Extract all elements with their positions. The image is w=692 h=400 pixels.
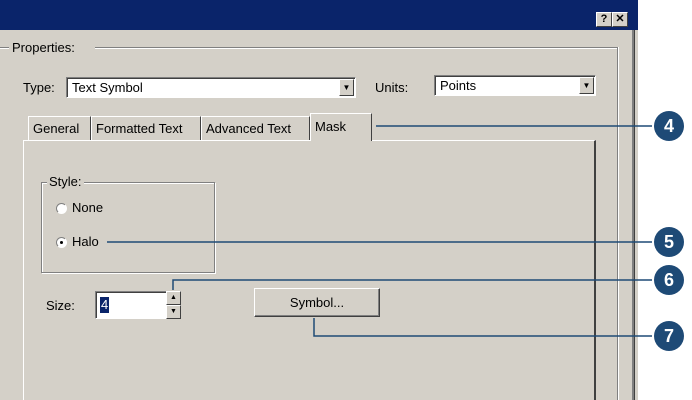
callout-lines <box>107 125 652 337</box>
callout-5: 5 <box>654 227 684 257</box>
callout-6: 6 <box>654 265 684 295</box>
callout-4: 4 <box>654 111 684 141</box>
callout-7-line <box>313 318 652 337</box>
callout-6-line <box>172 279 652 290</box>
callout-7: 7 <box>654 321 684 351</box>
